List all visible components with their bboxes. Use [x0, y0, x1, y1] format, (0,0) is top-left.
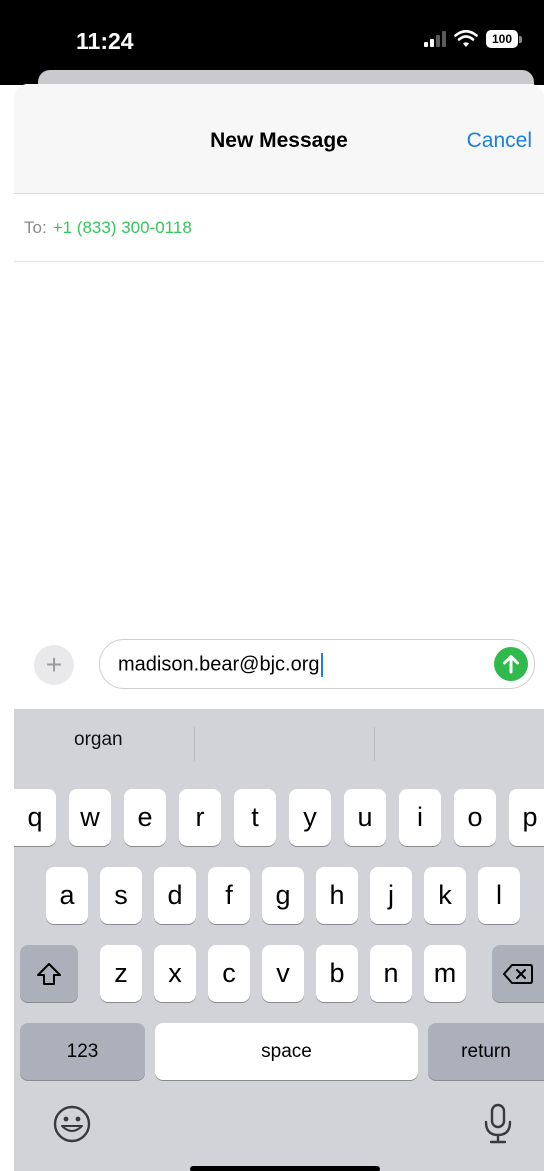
send-arrow-icon: [503, 655, 519, 674]
return-key[interactable]: return: [428, 1023, 544, 1080]
key-z[interactable]: z: [100, 945, 142, 1002]
key-d[interactable]: d: [154, 867, 196, 924]
message-input[interactable]: madison.bear@bjc.org: [99, 639, 535, 689]
key-i[interactable]: i: [399, 789, 441, 846]
key-x[interactable]: x: [154, 945, 196, 1002]
microphone-icon[interactable]: [480, 1102, 516, 1146]
key-l[interactable]: l: [478, 867, 520, 924]
keyboard: organ q w e r t y u i o p a s d f g h j …: [14, 709, 544, 1171]
key-y[interactable]: y: [289, 789, 331, 846]
add-attachment-button[interactable]: +: [34, 645, 74, 685]
numbers-key[interactable]: 123: [20, 1023, 145, 1080]
battery-level: 100: [486, 30, 518, 48]
recipient-value[interactable]: +1 (833) 300-0118: [53, 218, 192, 238]
nav-bar: New Message Cancel: [14, 84, 544, 194]
key-f[interactable]: f: [208, 867, 250, 924]
status-time: 11:24: [76, 28, 134, 54]
battery-icon: 100: [486, 30, 522, 48]
cancel-button[interactable]: Cancel: [467, 129, 532, 153]
key-n[interactable]: n: [370, 945, 412, 1002]
delete-key[interactable]: [492, 945, 544, 1002]
key-h[interactable]: h: [316, 867, 358, 924]
key-e[interactable]: e: [124, 789, 166, 846]
key-j[interactable]: j: [370, 867, 412, 924]
home-indicator: [190, 1166, 380, 1171]
key-b[interactable]: b: [316, 945, 358, 1002]
space-key[interactable]: space: [155, 1023, 418, 1080]
new-message-sheet: New Message Cancel To: +1 (833) 300-0118…: [14, 84, 544, 1171]
wifi-icon: [454, 30, 478, 47]
shift-arrow-icon: [37, 962, 61, 985]
page-title: New Message: [210, 129, 348, 152]
key-c[interactable]: c: [208, 945, 250, 1002]
key-w[interactable]: w: [69, 789, 111, 846]
key-g[interactable]: g: [262, 867, 304, 924]
key-r[interactable]: r: [179, 789, 221, 846]
send-button[interactable]: [494, 647, 528, 681]
key-s[interactable]: s: [100, 867, 142, 924]
suggestion-bar: organ: [14, 709, 544, 779]
shift-key[interactable]: [20, 945, 78, 1002]
signal-icon: [424, 31, 446, 47]
key-t[interactable]: t: [234, 789, 276, 846]
message-text: madison.bear@bjc.org: [118, 653, 320, 676]
key-q[interactable]: q: [14, 789, 56, 846]
suggestion-item[interactable]: organ: [74, 729, 123, 751]
recipient-field[interactable]: To: +1 (833) 300-0118: [14, 194, 544, 262]
key-m[interactable]: m: [424, 945, 466, 1002]
status-icons: 100: [424, 30, 522, 48]
recipient-label: To:: [24, 217, 47, 237]
text-caret: [320, 653, 323, 677]
key-v[interactable]: v: [262, 945, 304, 1002]
key-o[interactable]: o: [454, 789, 496, 846]
key-k[interactable]: k: [424, 867, 466, 924]
backspace-icon: [503, 963, 533, 984]
key-a[interactable]: a: [46, 867, 88, 924]
key-u[interactable]: u: [344, 789, 386, 846]
key-p[interactable]: p: [509, 789, 544, 846]
emoji-icon[interactable]: [50, 1102, 94, 1146]
